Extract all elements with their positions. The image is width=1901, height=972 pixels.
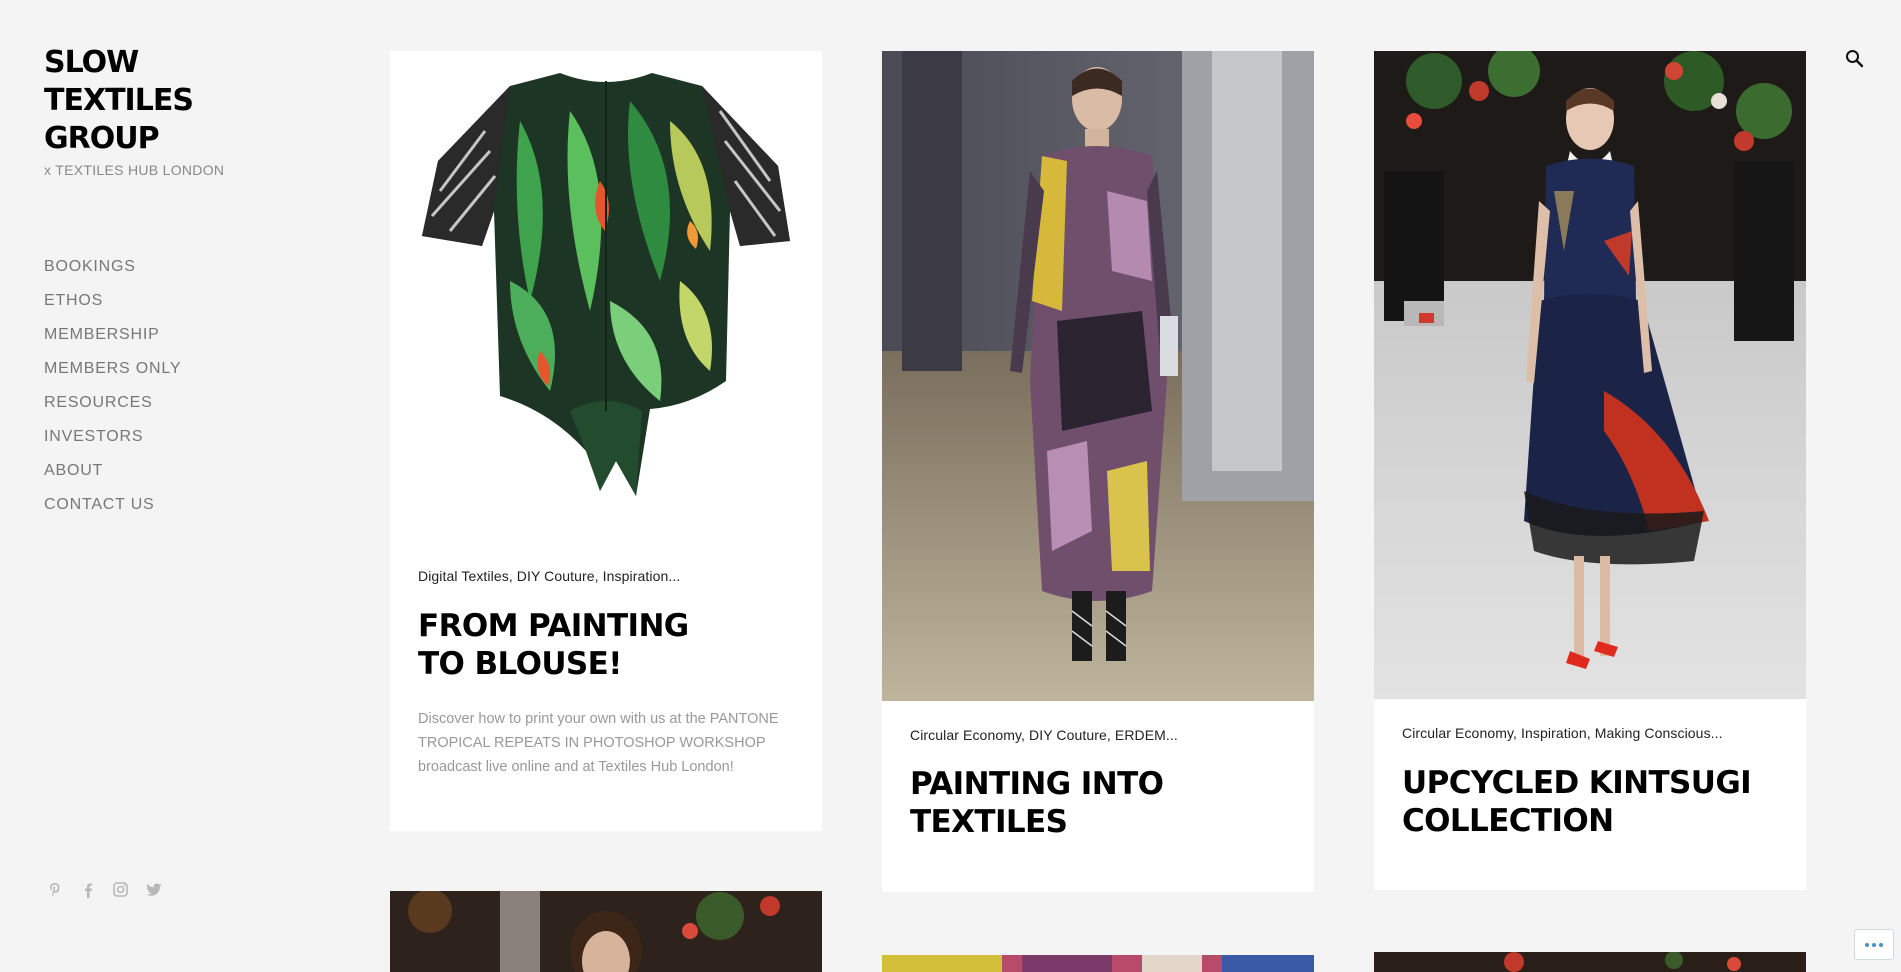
post-card[interactable]: Circular Economy, Inspiration, Making Co… <box>1374 51 1806 890</box>
post-title-line[interactable]: FROM PAINTING <box>418 608 689 644</box>
nav-item-ethos[interactable]: ETHOS <box>44 291 304 325</box>
nav-item-members-only[interactable]: MEMBERS ONLY <box>44 359 304 393</box>
post-title-line[interactable]: UPCYCLED KINTSUGI <box>1402 765 1752 801</box>
nav-item-resources[interactable]: RESOURCES <box>44 393 304 427</box>
post-title-line[interactable]: COLLECTION <box>1402 803 1614 839</box>
post-image[interactable] <box>1374 952 1806 972</box>
post-card[interactable] <box>390 891 822 972</box>
post-image[interactable] <box>390 51 822 541</box>
instagram-icon[interactable] <box>111 880 130 899</box>
post-title[interactable]: UPCYCLED KINTSUGI COLLECTION <box>1402 764 1752 840</box>
nav-item-investors[interactable]: INVESTORS <box>44 427 304 461</box>
ellipsis-icon <box>1865 942 1869 947</box>
post-card[interactable]: Digital Textiles, DIY Couture, Inspirati… <box>390 51 822 831</box>
post-image[interactable] <box>882 51 1314 701</box>
post-title-line[interactable]: TO BLOUSE! <box>418 646 622 682</box>
post-title-line[interactable]: TEXTILES <box>910 804 1068 840</box>
post-categories[interactable]: Circular Economy, DIY Couture, ERDEM... <box>910 727 1178 743</box>
post-title-line[interactable]: PAINTING INTO <box>910 766 1164 802</box>
post-image[interactable] <box>1374 51 1806 699</box>
ellipsis-icon <box>1872 942 1876 947</box>
main-navigation: BOOKINGS ETHOS MEMBERSHIP MEMBERS ONLY R… <box>44 257 304 529</box>
nav-item-about[interactable]: ABOUT <box>44 461 304 495</box>
ellipsis-icon <box>1879 942 1883 947</box>
facebook-icon[interactable] <box>78 880 97 899</box>
post-categories[interactable]: Digital Textiles, DIY Couture, Inspirati… <box>418 568 680 584</box>
site-title[interactable]: SLOW TEXTILES GROUP <box>44 44 284 158</box>
nav-item-bookings[interactable]: BOOKINGS <box>44 257 304 291</box>
post-card[interactable] <box>882 955 1314 972</box>
post-title[interactable]: FROM PAINTING TO BLOUSE! <box>418 607 689 683</box>
post-excerpt: Discover how to print your own with us a… <box>418 711 779 775</box>
search-icon <box>1846 50 1864 68</box>
post-title[interactable]: PAINTING INTO TEXTILES <box>910 765 1164 841</box>
nav-item-membership[interactable]: MEMBERSHIP <box>44 325 304 359</box>
site-tagline: x TEXTILES HUB LONDON <box>44 162 225 178</box>
twitter-icon[interactable] <box>144 880 163 899</box>
post-categories[interactable]: Circular Economy, Inspiration, Making Co… <box>1402 725 1723 741</box>
nav-item-contact-us[interactable]: CONTACT US <box>44 495 304 529</box>
sidebar: SLOW TEXTILES GROUP x TEXTILES HUB LONDO… <box>44 44 304 529</box>
pinterest-icon[interactable] <box>45 880 64 899</box>
post-card[interactable]: Circular Economy, DIY Couture, ERDEM... … <box>882 51 1314 892</box>
post-card[interactable] <box>1374 952 1806 972</box>
post-image[interactable] <box>882 955 1314 972</box>
social-links <box>45 880 163 899</box>
more-options-button[interactable] <box>1854 929 1894 960</box>
search-button[interactable] <box>1844 48 1866 70</box>
post-image[interactable] <box>390 891 822 972</box>
